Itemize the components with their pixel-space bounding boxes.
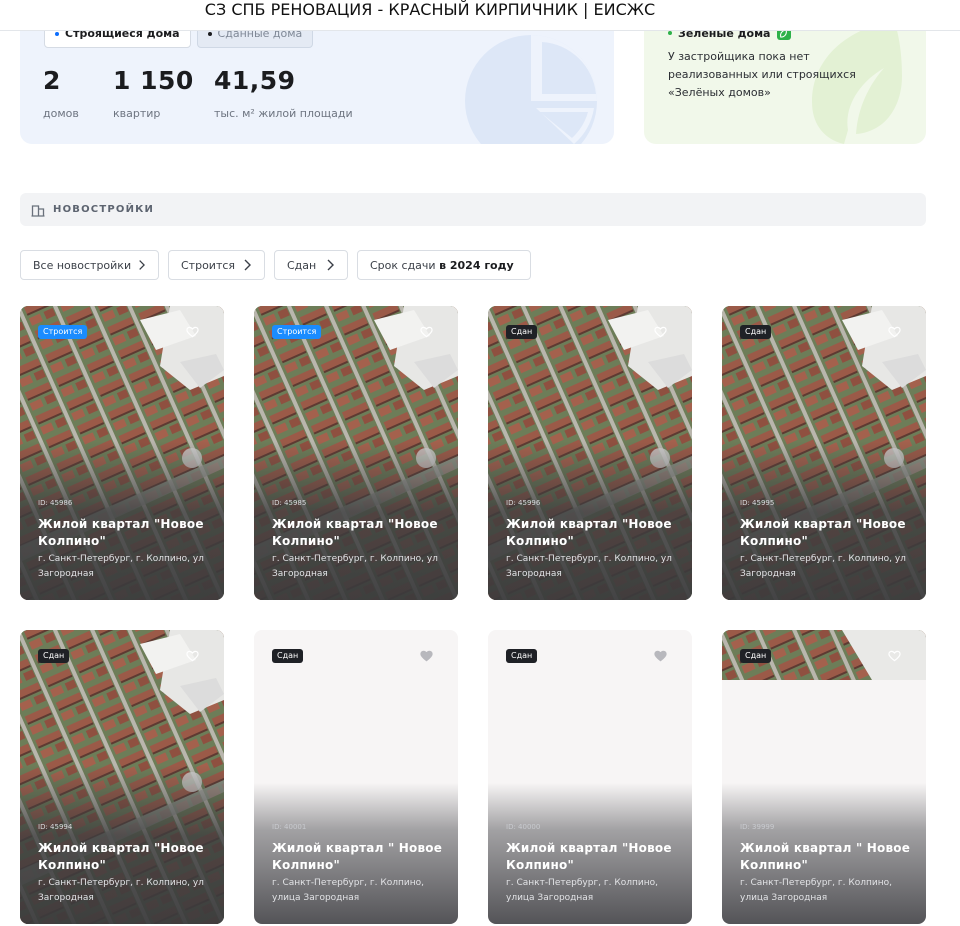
chevron-right-icon bbox=[139, 260, 146, 270]
pie-chart-icon bbox=[465, 35, 597, 144]
chevron-right-icon bbox=[327, 259, 334, 271]
filter-bar: Все новостройки Строится Сдан Срок сдачи… bbox=[20, 250, 531, 280]
card-address: г. Санкт-Петербург, г. Колпино, ул Загор… bbox=[740, 554, 906, 579]
card-address: г. Санкт-Петербург, г. Колпино, ул Загор… bbox=[38, 878, 204, 903]
card-title: Жилой квартал "Новое Колпино" bbox=[506, 517, 672, 548]
card-id: ID: 40001 bbox=[272, 823, 307, 831]
status-badge: Сдан bbox=[506, 649, 538, 663]
building-card[interactable]: Сдан ID: 45994 Жилой квартал "Новое Колп… bbox=[20, 630, 224, 924]
filter-building[interactable]: Строится bbox=[168, 250, 265, 280]
card-title: Жилой квартал "Новое Колпино" bbox=[506, 841, 672, 872]
card-id: ID: 45986 bbox=[38, 499, 73, 507]
heart-icon[interactable] bbox=[420, 326, 433, 338]
filter-label-prefix: Срок сдачи bbox=[370, 258, 440, 272]
card-address: г. Санкт-Петербург, г. Колпино, ул Загор… bbox=[38, 554, 204, 579]
filter-label: Все новостройки bbox=[33, 258, 132, 272]
window-title: СЗ СПБ РЕНОВАЦИЯ - КРАСНЫЙ КИРПИЧНИК | Е… bbox=[0, 0, 960, 31]
building-card[interactable]: Сдан ID: 40001 Жилой квартал " Новое Кол… bbox=[254, 630, 458, 924]
tab-dot-icon bbox=[55, 32, 59, 36]
filter-completed[interactable]: Сдан bbox=[274, 250, 348, 280]
building-card[interactable]: Сдан ID: 39999 Жилой квартал " Новое Кол… bbox=[722, 630, 926, 924]
card-address: г. Санкт-Петербург, г. Колпино, улица За… bbox=[740, 878, 892, 903]
filter-delivery-date[interactable]: Срок сдачи в 2024 году bbox=[357, 250, 531, 280]
card-title: Жилой квартал " Новое Колпино" bbox=[272, 841, 443, 872]
stat-value: 2 bbox=[43, 66, 61, 95]
card-id: ID: 45985 bbox=[272, 499, 307, 507]
heart-icon[interactable] bbox=[186, 650, 199, 662]
tab-dot-icon bbox=[207, 32, 212, 36]
card-address: г. Санкт-Петербург, г. Колпино, ул Загор… bbox=[506, 554, 672, 579]
card-title: Жилой квартал "Новое Колпино" bbox=[38, 517, 204, 548]
building-card[interactable]: Строится ID: 45986 Жилой квартал "Новое … bbox=[20, 306, 224, 600]
heart-icon[interactable] bbox=[888, 650, 901, 662]
card-id: ID: 45995 bbox=[740, 499, 775, 507]
status-badge: Строится bbox=[38, 325, 88, 339]
building-card[interactable]: Сдан ID: 40000 Жилой квартал "Новое Колп… bbox=[488, 630, 692, 924]
building-card[interactable]: Сдан ID: 45996 Жилой квартал "Новое Колп… bbox=[488, 306, 692, 600]
card-title: Жилой квартал "Новое Колпино" bbox=[740, 517, 906, 548]
card-address: г. Санкт-Петербург, г. Колпино, ул Загор… bbox=[272, 554, 438, 579]
green-dot-icon bbox=[668, 31, 672, 35]
stat-value: 41,59 bbox=[214, 66, 296, 95]
building-icon bbox=[31, 204, 45, 217]
filter-label: Сдан bbox=[287, 258, 317, 272]
filter-label: Срок сдачи в 2024 году bbox=[370, 259, 514, 272]
section-header-new-buildings: НОВОСТРОЙКИ bbox=[20, 193, 926, 226]
card-address: г. Санкт-Петербург, г. Колпино, улица За… bbox=[506, 878, 658, 903]
building-card[interactable]: Сдан ID: 45995 Жилой квартал "Новое Колп… bbox=[722, 306, 926, 600]
heart-icon[interactable] bbox=[888, 326, 901, 338]
stat-label: домов bbox=[43, 107, 79, 120]
filter-label: Строится bbox=[181, 258, 236, 272]
section-title: НОВОСТРОЙКИ bbox=[53, 204, 155, 215]
chevron-right-icon bbox=[244, 259, 251, 271]
status-badge: Сдан bbox=[272, 649, 304, 663]
stat-living-area: 41,59 тыс. м² жилой площади bbox=[214, 66, 353, 120]
status-badge: Сдан bbox=[506, 325, 538, 339]
heart-icon[interactable] bbox=[420, 650, 433, 662]
card-id: ID: 40000 bbox=[506, 823, 541, 831]
card-id: ID: 45994 bbox=[38, 823, 73, 831]
stat-label: тыс. м² жилой площади bbox=[214, 107, 353, 120]
building-card[interactable]: Строится ID: 45985 Жилой квартал "Новое … bbox=[254, 306, 458, 600]
stat-houses: 2 домов bbox=[43, 66, 79, 120]
status-badge: Сдан bbox=[740, 325, 772, 339]
filter-label-bold: в 2024 году bbox=[439, 258, 514, 272]
stat-value: 1 150 bbox=[113, 66, 194, 95]
green-houses-text: У застройщика пока нет реализованных или… bbox=[668, 50, 856, 99]
status-badge: Сдан bbox=[740, 649, 772, 663]
card-title: Жилой квартал " Новое Колпино" bbox=[740, 841, 911, 872]
heart-icon[interactable] bbox=[186, 326, 199, 338]
status-badge: Сдан bbox=[38, 649, 70, 663]
filter-all-buildings[interactable]: Все новостройки bbox=[20, 250, 159, 280]
window-title-text: СЗ СПБ РЕНОВАЦИЯ - КРАСНЫЙ КИРПИЧНИК | Е… bbox=[204, 0, 656, 19]
card-id: ID: 45996 bbox=[506, 499, 541, 507]
card-title: Жилой квартал "Новое Колпино" bbox=[38, 841, 204, 872]
heart-icon[interactable] bbox=[654, 326, 667, 338]
card-title: Жилой квартал "Новое Колпино" bbox=[272, 517, 438, 548]
heart-icon[interactable] bbox=[654, 650, 667, 662]
card-address: г. Санкт-Петербург, г. Колпино, улица За… bbox=[272, 878, 424, 903]
stat-label: квартир bbox=[113, 107, 161, 120]
status-badge: Строится bbox=[272, 325, 322, 339]
stat-apartments: 1 150 квартир bbox=[113, 66, 194, 120]
card-id: ID: 39999 bbox=[740, 823, 775, 831]
